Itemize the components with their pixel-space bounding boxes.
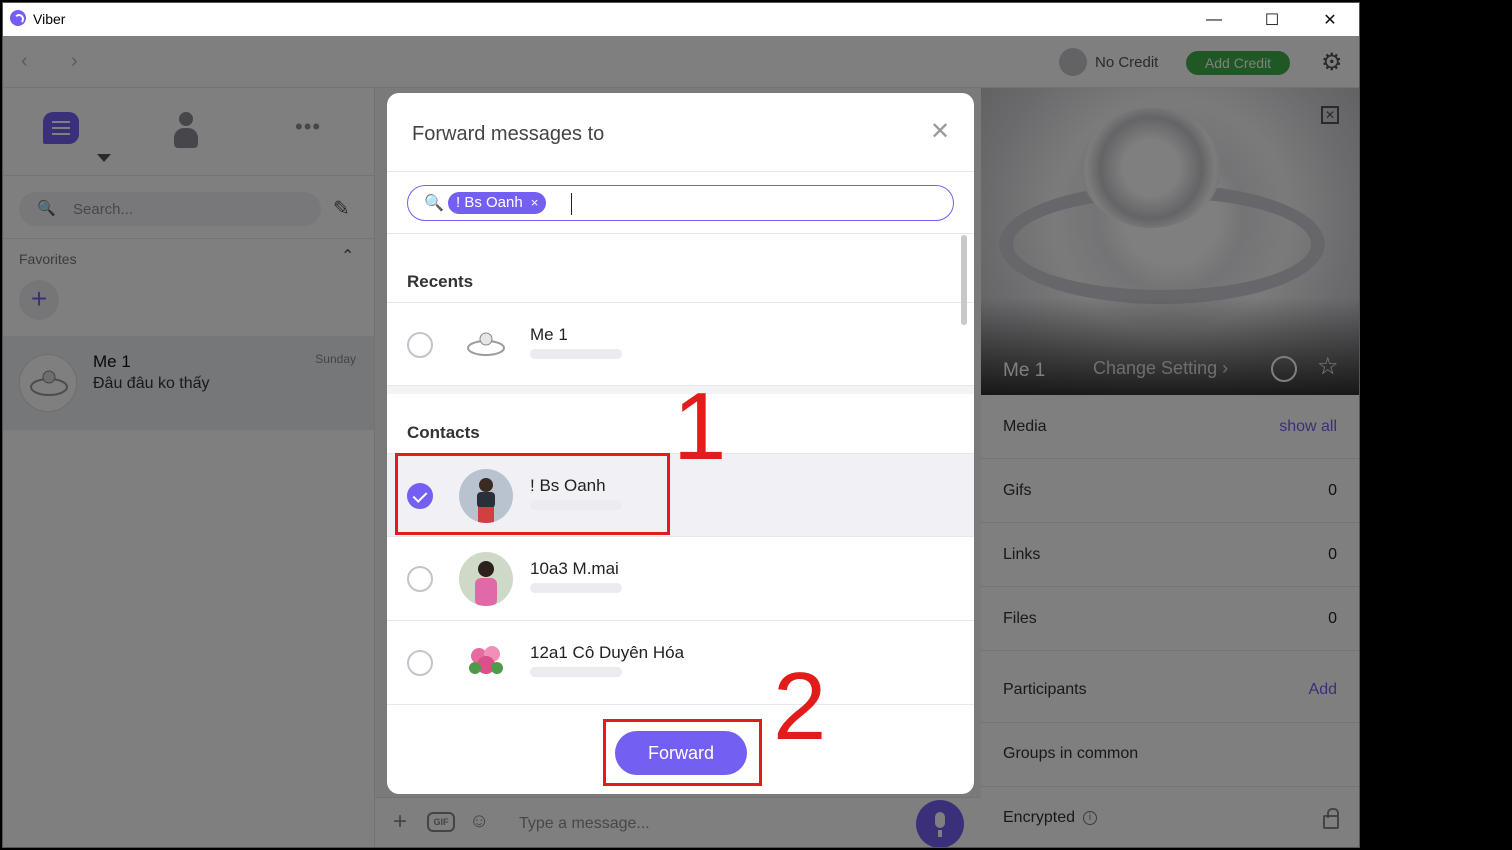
scrollbar[interactable] [961,235,967,325]
text-caret [571,193,572,215]
annotation-box-forward [603,719,762,786]
recents-heading: Recents [407,272,474,291]
close-icon[interactable]: ✕ [930,120,950,144]
annotation-step-1: 1 [673,373,727,480]
recipient-row[interactable]: 10a3 M.mai [387,537,974,621]
blurred-phone-number [530,667,622,677]
selected-recipient-chip: ! Bs Oanh × [448,192,547,214]
title-bar: Viber — ☐ ✕ [3,3,1359,36]
recipient-radio[interactable] [407,566,433,592]
search-icon: 🔍 [424,195,444,212]
recipient-name: 12a1 Cô Duyên Hóa [530,643,685,662]
window-title: Viber [33,11,66,27]
divider [387,171,974,172]
divider [387,704,974,705]
avatar [459,636,513,690]
recipient-row[interactable]: 12a1 Cô Duyên Hóa [387,621,974,704]
screen: Viber — ☐ ✕ ‹ › No Credit Add Credit ⚙ •… [0,0,1512,850]
chip-label: ! Bs Oanh [456,194,523,211]
viber-logo-icon [10,10,26,26]
recipient-name: 10a3 M.mai [530,559,619,578]
minimize-button[interactable]: — [1185,3,1243,36]
annotation-step-2: 2 [773,653,827,760]
blurred-phone-number [530,583,622,593]
chip-remove-icon[interactable]: × [531,192,539,214]
recipient-radio[interactable] [407,650,433,676]
recipient-name: Me 1 [530,325,568,344]
close-window-button[interactable]: ✕ [1301,3,1359,36]
dialog-title: Forward messages to [412,123,605,145]
avatar [459,318,513,372]
maximize-button[interactable]: ☐ [1243,3,1301,36]
recipient-search-input[interactable]: 🔍 ! Bs Oanh × [407,185,954,221]
avatar [459,552,513,606]
annotation-box-contact [395,453,670,535]
contacts-heading: Contacts [407,423,480,442]
viber-window: Viber — ☐ ✕ ‹ › No Credit Add Credit ⚙ •… [2,2,1360,848]
blurred-phone-number [530,349,622,359]
recipient-radio[interactable] [407,332,433,358]
